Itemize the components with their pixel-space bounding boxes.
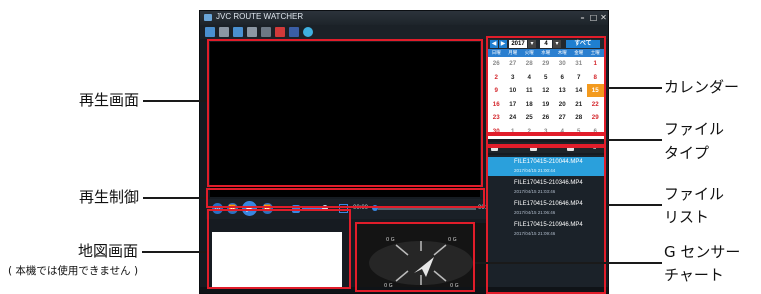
leader-line (143, 197, 206, 199)
youtube-icon[interactable] (275, 27, 285, 37)
label-file-type-2: タイプ (664, 144, 710, 162)
label-file-type-1: ファイル (664, 120, 725, 138)
save-icon[interactable] (233, 27, 243, 37)
minimize-button[interactable]: – (578, 13, 587, 22)
window-title: JVC ROUTE WATCHER (216, 12, 304, 21)
leader-line (475, 262, 662, 264)
playback-control-highlight (206, 188, 485, 208)
map-screen-highlight (207, 209, 351, 289)
playback-screen-highlight (207, 39, 483, 187)
map-pin-icon[interactable] (303, 27, 313, 37)
label-file-list-1: ファイル (664, 185, 725, 203)
leader-line (606, 204, 662, 206)
file-type-highlight (486, 134, 606, 146)
label-map-note: ( 本機では使用できません ) (8, 265, 139, 277)
folder-icon[interactable] (205, 27, 215, 37)
calendar-highlight (486, 36, 606, 134)
label-playback-control: 再生制御 (79, 188, 140, 206)
label-map-screen: 地図画面 (78, 242, 139, 260)
label-calendar: カレンダー (664, 78, 740, 96)
leader-line (143, 100, 207, 102)
label-g-sensor-2: チャート (664, 266, 724, 284)
maximize-button[interactable]: □ (589, 13, 598, 22)
label-playback-screen: 再生画面 (79, 91, 140, 109)
label-g-sensor-1: G センサー (664, 243, 741, 261)
file-list-highlight (486, 146, 606, 294)
wifi-icon[interactable] (261, 27, 271, 37)
print-icon[interactable] (219, 27, 229, 37)
leader-line (606, 87, 662, 89)
close-button[interactable]: ✕ (599, 13, 608, 22)
label-file-list-2: リスト (664, 208, 710, 226)
leader-line (606, 139, 662, 141)
app-icon (204, 14, 212, 21)
leader-line (142, 251, 207, 253)
facebook-icon[interactable] (289, 27, 299, 37)
g-sensor-highlight (355, 222, 475, 292)
seek-bar[interactable] (378, 208, 476, 210)
title-bar: JVC ROUTE WATCHER – □ ✕ (200, 11, 608, 25)
film-icon[interactable] (247, 27, 257, 37)
